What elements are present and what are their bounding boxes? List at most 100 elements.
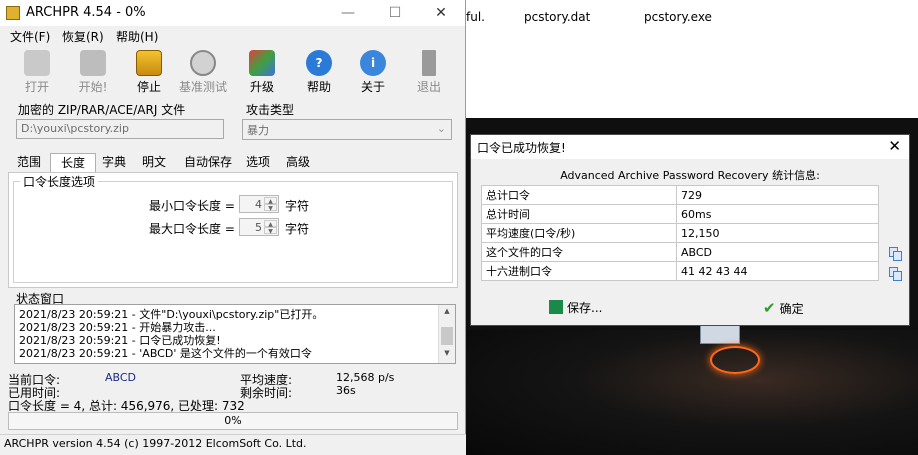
status-log[interactable]: 2021/8/23 20:59:21 - 文件"D:\youxi\pcstory… (14, 304, 456, 364)
spin-down-icon[interactable]: ▼ (264, 227, 277, 235)
log-scrollbar[interactable]: ▲ ▼ (438, 305, 455, 363)
stats-table: 总计口令 729 总计时间 60ms 平均速度(口令/秒) 12,150 这个文… (481, 185, 879, 281)
attack-type-value: 暴力 (247, 124, 269, 137)
about-label: 关于 (360, 80, 385, 94)
exit-door-icon (422, 50, 436, 76)
upgrade-button[interactable]: 升级 (237, 48, 287, 98)
ok-button[interactable]: ✔ 确定 (763, 299, 804, 317)
exit-button[interactable]: 退出 (404, 48, 454, 98)
start-button[interactable]: 开始! (68, 48, 118, 98)
log-line: 2021/8/23 20:59:21 - 口令已成功恢复! (19, 334, 221, 347)
attack-type-label: 攻击类型 (246, 103, 295, 117)
app-lock-icon (6, 6, 20, 20)
min-length-spinner[interactable]: 4 ▲ ▼ (239, 195, 279, 213)
max-length-unit: 字符 (285, 222, 310, 236)
start-label: 开始! (78, 80, 108, 94)
table-row: 十六进制口令 41 42 43 44 (481, 261, 879, 281)
menu-recovery[interactable]: 恢复(R) (62, 28, 104, 45)
encrypted-file-field[interactable]: D:\youxi\pcstory.zip (16, 119, 224, 139)
progress-text: 0% (224, 414, 242, 427)
stop-lock-icon (136, 50, 162, 76)
remaining-time-value: 36s (336, 384, 356, 397)
spin-up-icon[interactable]: ▲ (264, 197, 277, 205)
maximize-button[interactable]: ☐ (372, 0, 418, 26)
menu-bar: 文件(F) 恢复(R) 帮助(H) (0, 26, 465, 46)
log-line: 2021/8/23 20:59:21 - 'ABCD' 是这个文件的一个有效口令 (19, 347, 312, 360)
min-length-unit: 字符 (285, 199, 310, 213)
stop-button[interactable]: 停止 (124, 48, 174, 98)
current-password-value: ABCD (105, 371, 137, 384)
password-recovered-dialog: 口令已成功恢复! ✕ Advanced Archive Password Rec… (470, 134, 910, 326)
attack-type-select[interactable]: 暴力 ⌄ (242, 119, 452, 140)
tab-plaintext[interactable]: 明文 (138, 153, 170, 173)
chevron-down-icon: ⌄ (436, 122, 446, 135)
max-length-value: 5 (255, 221, 262, 234)
max-length-spinner[interactable]: 5 ▲ ▼ (239, 218, 279, 236)
table-row: 总计口令 729 (481, 185, 879, 205)
tab-autosave[interactable]: 自动保存 (180, 153, 236, 173)
start-icon (80, 50, 106, 76)
save-label: 保存... (567, 301, 603, 315)
scroll-down-icon[interactable]: ▼ (439, 349, 455, 361)
benchmark-button[interactable]: 基准测试 (178, 48, 228, 98)
about-button[interactable]: i 关于 (348, 48, 398, 98)
tab-length[interactable]: 长度 (50, 153, 96, 173)
help-icon: ? (306, 50, 332, 76)
dialog-title-bar[interactable]: 口令已成功恢复! ✕ (471, 135, 909, 159)
title-bar[interactable]: ARCHPR 4.54 - 0% — ☐ ✕ (0, 0, 465, 26)
ok-label: 确定 (779, 302, 804, 316)
encrypted-file-label: 加密的 ZIP/RAR/ACE/ARJ 文件 (18, 103, 186, 117)
desktop-wallpaper (466, 330, 918, 455)
stat-value: 729 (676, 185, 879, 205)
upgrade-icon (249, 50, 275, 76)
upgrade-label: 升级 (249, 80, 274, 94)
tab-options[interactable]: 选项 (242, 153, 274, 173)
stat-value[interactable]: ABCD (676, 242, 879, 262)
open-folder-icon (24, 50, 50, 76)
archpr-main-window: ARCHPR 4.54 - 0% — ☐ ✕ 文件(F) 恢复(R) 帮助(H)… (0, 0, 466, 455)
explorer-file-label[interactable]: ful. (466, 10, 485, 24)
stat-value[interactable]: 41 42 43 44 (676, 261, 879, 281)
stat-key: 十六进制口令 (481, 261, 677, 281)
explorer-file-pcstory-dat[interactable]: pcstory.dat (524, 10, 590, 24)
status-bar: ARCHPR version 4.54 (c) 1997-2012 ElcomS… (0, 434, 466, 455)
spin-up-icon[interactable]: ▲ (264, 220, 277, 228)
min-length-label: 最小口令长度 = (149, 199, 235, 213)
dialog-close-button[interactable]: ✕ (888, 137, 901, 155)
menu-help[interactable]: 帮助(H) (116, 28, 158, 45)
minimize-button[interactable]: — (325, 0, 371, 26)
wallpaper-ring (710, 346, 760, 374)
stopwatch-icon (190, 50, 216, 76)
stat-key: 平均速度(口令/秒) (481, 223, 677, 243)
log-line: 2021/8/23 20:59:21 - 开始暴力攻击... (19, 321, 216, 334)
checkmark-icon: ✔ (763, 299, 776, 317)
dialog-title: 口令已成功恢复! (477, 141, 566, 155)
close-button[interactable]: ✕ (418, 0, 464, 26)
desktop-mini-window-icon (700, 325, 740, 344)
info-icon: i (360, 50, 386, 76)
save-disk-icon (549, 300, 563, 314)
copy-hex-icon[interactable] (889, 267, 903, 281)
table-row: 这个文件的口令 ABCD (481, 242, 879, 262)
tab-advanced[interactable]: 高级 (282, 153, 314, 173)
scroll-up-icon[interactable]: ▲ (439, 307, 455, 319)
copy-password-icon[interactable] (889, 247, 903, 261)
tab-dictionary[interactable]: 字典 (98, 153, 130, 173)
save-button[interactable]: 保存... (549, 299, 602, 316)
menu-file[interactable]: 文件(F) (10, 28, 50, 45)
exit-label: 退出 (416, 80, 441, 94)
table-row: 平均速度(口令/秒) 12,150 (481, 223, 879, 243)
scroll-thumb[interactable] (441, 327, 453, 345)
min-length-value: 4 (255, 198, 262, 211)
help-button[interactable]: ? 帮助 (294, 48, 344, 98)
open-label: 打开 (24, 80, 49, 94)
explorer-file-pcstory-exe[interactable]: pcstory.exe (644, 10, 712, 24)
help-label: 帮助 (306, 80, 331, 94)
spin-down-icon[interactable]: ▼ (264, 204, 277, 212)
max-length-label: 最大口令长度 = (149, 222, 235, 236)
background-explorer-window: ful. pcstory.dat pcstory.exe (466, 0, 918, 118)
stop-label: 停止 (136, 80, 161, 94)
tab-range[interactable]: 范围 (14, 153, 44, 173)
stat-value: 12,150 (676, 223, 879, 243)
open-button[interactable]: 打开 (12, 48, 62, 98)
